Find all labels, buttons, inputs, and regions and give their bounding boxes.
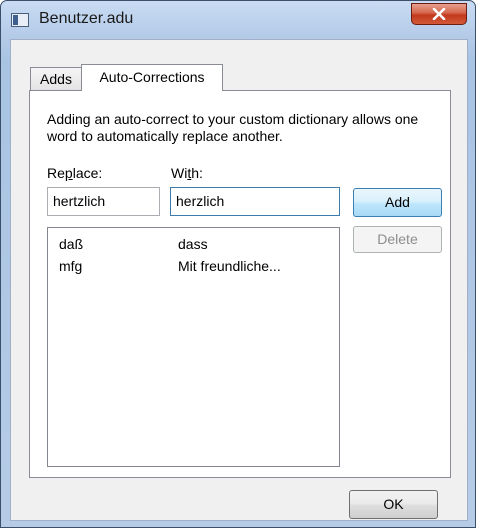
with-input[interactable]: herzlich [170,187,340,216]
list-item[interactable]: mfg Mit freundliche... [48,255,339,277]
description-text: Adding an auto-correct to your custom di… [47,111,419,144]
replace-label: Replace: [47,165,103,181]
replace-input[interactable]: hertzlich [47,187,160,216]
ok-button[interactable]: OK [349,490,438,519]
dialog-window: Benutzer.adu Adds Auto-Corrections Addin… [0,0,476,528]
corrections-list[interactable]: daß dass mfg Mit freundliche... [47,227,340,467]
close-button[interactable] [411,3,467,25]
auto-corrections-panel: Adding an auto-correct to your custom di… [29,90,451,478]
close-icon [432,8,446,20]
delete-button[interactable]: Delete [353,226,442,253]
tab-auto-corrections[interactable]: Auto-Corrections [81,64,223,91]
list-item-replace: daß [59,236,84,252]
add-button[interactable]: Add [353,188,442,217]
window-title: Benutzer.adu [39,10,134,27]
list-item[interactable]: daß dass [48,233,339,255]
title-bar[interactable]: Benutzer.adu [1,1,475,39]
app-icon [11,13,29,27]
list-item-with: Mit freundliche... [178,258,281,274]
tab-adds[interactable]: Adds [30,67,82,90]
list-item-replace: mfg [59,258,83,274]
dialog-client-area: Adds Auto-Corrections Adding an auto-cor… [10,39,468,521]
with-label: With: [171,165,203,181]
list-item-with: dass [178,236,208,252]
